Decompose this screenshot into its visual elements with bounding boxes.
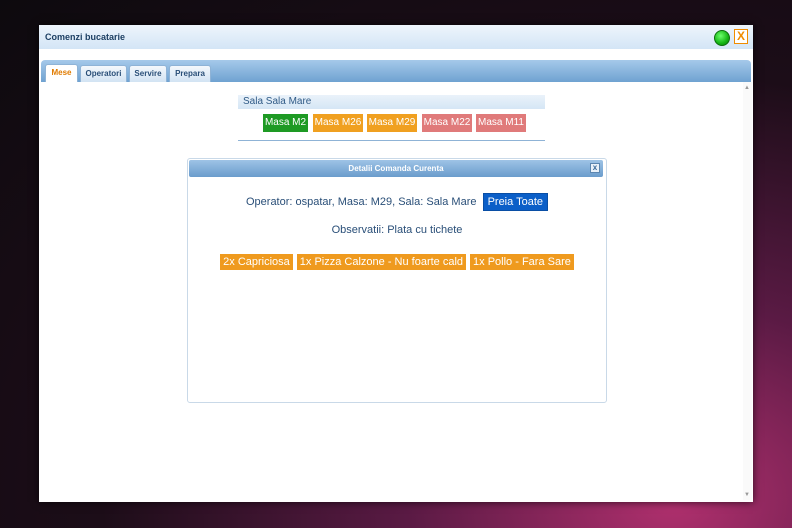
order-item-button[interactable]: 1x Pizza Calzone - Nu foarte cald: [296, 254, 467, 270]
dialog-title-text: Detalii Comanda Curenta: [348, 164, 444, 173]
order-notes: Observatii: Plata cu tichete: [331, 224, 463, 236]
tab-servire[interactable]: Servire: [129, 65, 167, 82]
window-title: Comenzi bucatarie: [45, 32, 126, 42]
table-button[interactable]: Masa M2: [263, 114, 308, 132]
kitchen-orders-window: Comenzi bucatarie X Mese Operatori Servi…: [39, 25, 753, 502]
tab-content: Sala Sala Mare Masa M2 Masa M26 Masa M29…: [39, 82, 753, 502]
operator-line-text: Operator: ospatar, Masa: M29, Sala: Sala…: [245, 196, 477, 208]
arrow-down-icon[interactable]: ▼: [744, 492, 750, 498]
order-item-button[interactable]: 2x Capriciosa: [220, 254, 293, 270]
table-button[interactable]: Masa M26: [313, 114, 363, 132]
tab-mese[interactable]: Mese: [45, 64, 78, 82]
operator-info: Operator: ospatar, Masa: M29, Sala: Sala…: [188, 193, 606, 211]
order-details-dialog: Detalii Comanda Curenta x Operator: ospa…: [187, 158, 607, 403]
tab-prepara[interactable]: Prepara: [169, 65, 211, 82]
status-online-icon: [714, 30, 730, 46]
tab-operatori[interactable]: Operatori: [80, 65, 127, 82]
tab-strip: Mese Operatori Servire Prepara: [41, 60, 751, 82]
table-button[interactable]: Masa M11: [476, 114, 526, 132]
order-item-button[interactable]: 1x Pollo - Fara Sare: [470, 254, 574, 270]
order-items: 2x Capriciosa 1x Pizza Calzone - Nu foar…: [188, 254, 606, 270]
divider: [238, 140, 545, 141]
table-button[interactable]: Masa M29: [367, 114, 417, 132]
dialog-close-button[interactable]: x: [590, 163, 600, 173]
room-header: Sala Sala Mare: [238, 95, 545, 109]
dialog-title: Detalii Comanda Curenta x: [189, 160, 603, 177]
close-window-button[interactable]: X: [734, 29, 748, 44]
arrow-up-icon[interactable]: ▲: [744, 85, 750, 91]
take-all-button[interactable]: Preia Toate: [482, 193, 549, 211]
vertical-scrollbar[interactable]: ▲ ▼: [743, 82, 752, 500]
table-button[interactable]: Masa M22: [422, 114, 472, 132]
title-bar: Comenzi bucatarie X: [39, 25, 753, 49]
